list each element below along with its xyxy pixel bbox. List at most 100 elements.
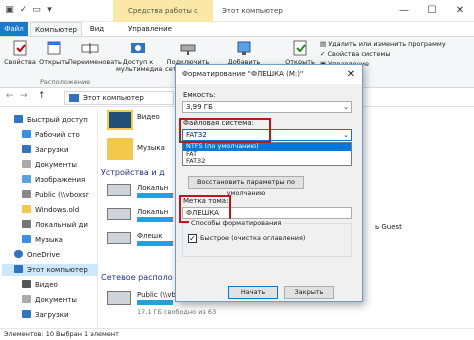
tab-computer[interactable]: Компьютер [30, 22, 82, 36]
network-usage-bar [137, 300, 173, 305]
settings-check-icon [290, 39, 310, 57]
sidebar-item-quick-access[interactable]: Быстрый доступ [14, 114, 98, 126]
pictures-icon [22, 175, 31, 183]
title-bar: ▣ ✓ ▭ ▾ Средства работы с дисками Этот к… [0, 0, 474, 37]
network-location-icon [234, 39, 254, 57]
device-flash[interactable]: Флешк [137, 232, 162, 240]
system-properties-label: Свойства системы [327, 50, 391, 58]
sidebar-item-public-share[interactable]: Public (\\vboxsr [22, 189, 106, 201]
new-folder-quick-icon[interactable]: ▭ [31, 5, 42, 16]
local-disk-icon-2 [107, 208, 131, 220]
music-icon [22, 235, 31, 243]
minimize-button[interactable]: — [390, 0, 418, 22]
sidebar-label: Локальный ди [35, 221, 88, 229]
music-folder-icon[interactable] [107, 138, 133, 160]
maximize-button[interactable]: ☐ [418, 0, 446, 22]
close-dialog-button[interactable]: Закрыть [284, 286, 334, 299]
sidebar-label: Изображения [35, 176, 86, 184]
dialog-close-button[interactable]: ✕ [340, 65, 362, 84]
star-icon [14, 115, 23, 123]
device-local-1[interactable]: Локальн [137, 184, 168, 192]
user-guest-fragment: ь Guest [375, 223, 402, 231]
sidebar-item-local-disk[interactable]: Локальный ди [22, 219, 106, 231]
sidebar-label: Документы [35, 161, 77, 169]
address-input[interactable]: Этот компьютер [64, 91, 174, 105]
network-drive-icon [107, 291, 131, 305]
sidebar-item-documents[interactable]: Документы [22, 159, 106, 171]
sidebar-item-windows-old[interactable]: Windows.old [22, 204, 106, 216]
uninstall-program-link[interactable]: ▤ Удалить или изменить программу [320, 40, 446, 48]
sidebar-item-this-pc[interactable]: Этот компьютер [2, 264, 98, 276]
format-options-title: Способы форматирования [189, 219, 284, 227]
forward-icon[interactable]: → [20, 91, 28, 101]
document-icon [22, 160, 31, 168]
device-local-2[interactable]: Локальн [137, 208, 168, 216]
dialog-title: Форматирование "ФЛЕШКА (M:)" [176, 65, 362, 84]
uninstall-icon: ▤ [320, 40, 329, 48]
sidebar-item-music[interactable]: Музыка [22, 234, 106, 246]
sidebar-item-downloads-2[interactable]: Загрузки [22, 309, 106, 321]
media-icon [128, 39, 148, 57]
sidebar-label: Windows.old [35, 206, 80, 214]
properties-button[interactable]: Свойства [2, 39, 38, 66]
properties-quick-icon[interactable]: ✓ [18, 5, 29, 16]
fs-option-fat32[interactable]: FAT32 [183, 157, 351, 166]
open-button[interactable]: Открыть [36, 39, 72, 66]
explorer-window: ▣ ✓ ▭ ▾ Средства работы с дисками Этот к… [0, 0, 474, 339]
desktop-icon [22, 130, 31, 138]
chevron-down-icon: ⌄ [343, 103, 349, 111]
tab-file[interactable]: Файл [0, 22, 28, 36]
group-label-location: Расположение [40, 78, 91, 86]
sidebar-label: OneDrive [27, 251, 60, 259]
disk-usage-bar-2 [137, 217, 173, 222]
disk-usage-bar [137, 193, 173, 198]
sidebar-item-pictures[interactable]: Изображения [22, 174, 106, 186]
download-icon [22, 310, 31, 318]
network-header[interactable]: Сетевое располо [101, 273, 173, 282]
format-dialog: Форматирование "ФЛЕШКА (M:)" ✕ Емкость: … [175, 64, 363, 302]
folder-music[interactable]: Музыка [137, 144, 165, 152]
open-icon [44, 39, 64, 57]
quick-format-label[interactable]: Быстрое (очистка оглавления) [200, 234, 305, 243]
capacity-value: 3,99 ГБ [186, 103, 213, 111]
folder-icon [22, 205, 31, 213]
sidebar-item-downloads[interactable]: Загрузки [22, 144, 106, 156]
start-button[interactable]: Начать [228, 286, 278, 299]
up-icon[interactable]: ↑ [38, 91, 46, 101]
close-button[interactable]: ✕ [446, 0, 474, 22]
back-icon[interactable]: ← [6, 91, 14, 101]
sidebar-label: Документы [35, 296, 77, 304]
open-label: Открыть [39, 58, 69, 66]
media-access-button[interactable]: Доступ к мультимедиа [116, 39, 163, 73]
sidebar-item-videos[interactable]: Видео [22, 279, 106, 291]
disk-usage-bar-3 [137, 241, 173, 246]
filesystem-dropdown-list: NTFS (по умолчанию) FAT FAT32 [182, 142, 352, 166]
drive-icon [22, 220, 31, 228]
restore-defaults-button[interactable]: Восстановить параметры по умолчанию [188, 176, 304, 197]
navigation-pane: Быстрый доступ Рабочий сто Загрузки Доку… [0, 108, 98, 328]
sidebar-item-desktop[interactable]: Рабочий сто [22, 129, 106, 141]
customize-qa-icon[interactable]: ▾ [44, 5, 55, 16]
folder-videos[interactable]: Видео [137, 113, 160, 121]
system-properties-link[interactable]: ✓ Свойства системы [320, 50, 391, 58]
chevron-down-icon: ⌄ [343, 131, 349, 139]
capacity-select[interactable]: 3,99 ГБ ⌄ [182, 101, 352, 113]
devices-header[interactable]: Устройства и д [101, 168, 165, 177]
sidebar-item-documents-2[interactable]: Документы [22, 294, 106, 306]
tab-manage[interactable]: Управление [120, 22, 180, 36]
rename-button[interactable]: Переименовать [68, 39, 122, 66]
download-icon [22, 145, 31, 153]
checkmark-doc-icon [10, 39, 30, 57]
tab-view[interactable]: Вид [84, 22, 110, 36]
address-path: Этот компьютер [83, 94, 144, 102]
video-folder-icon[interactable] [107, 110, 133, 130]
open-settings-button[interactable]: Открыть [282, 39, 318, 66]
local-disk-icon [107, 184, 131, 196]
app-icon: ▣ [5, 5, 14, 15]
fs-option-fat[interactable]: FAT [183, 150, 351, 159]
media-access-label: Доступ к мультимедиа [116, 58, 163, 73]
fs-option-ntfs[interactable]: NTFS (по умолчанию) [183, 142, 351, 151]
quick-format-checkbox[interactable]: ✓ [188, 234, 197, 243]
sidebar-item-onedrive[interactable]: OneDrive [14, 249, 98, 261]
rename-label: Переименовать [68, 58, 122, 66]
